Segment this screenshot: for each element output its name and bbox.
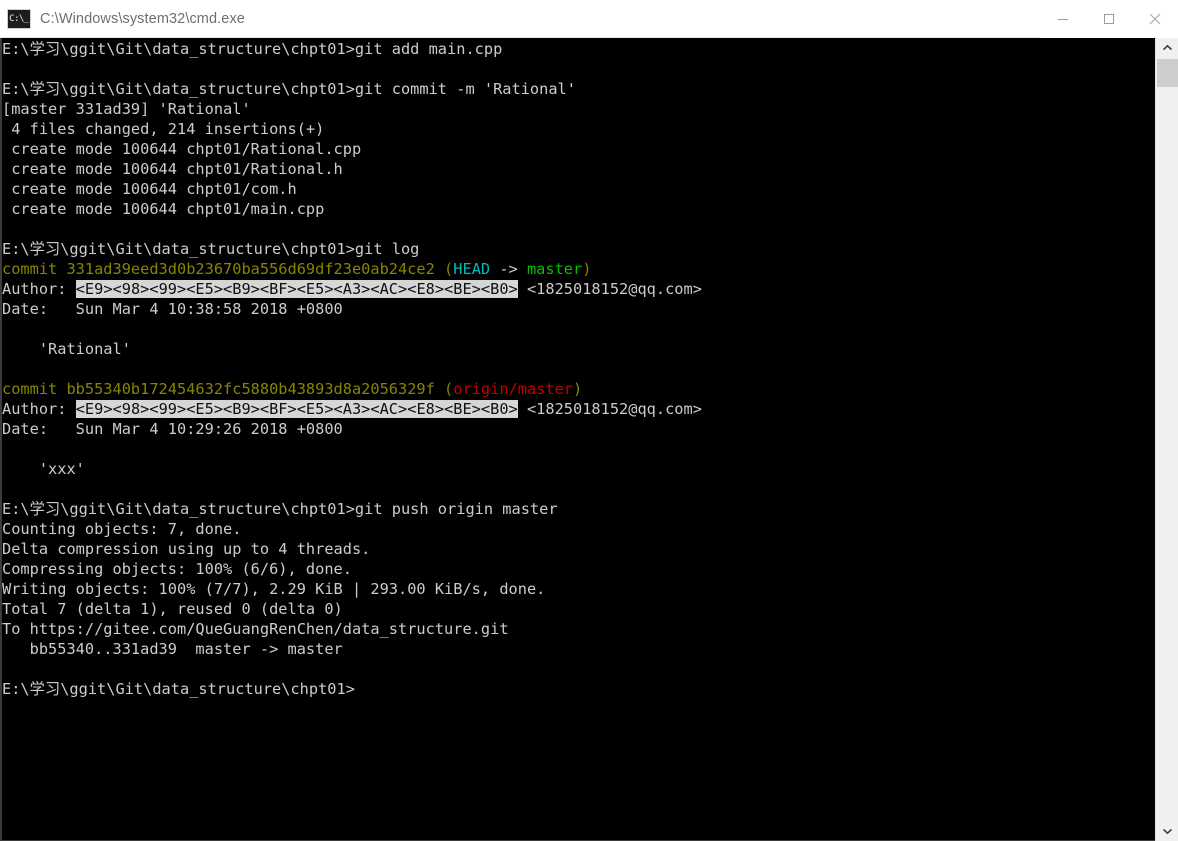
out-create-2: create mode 100644 chpt01/Rational.h [2,159,702,179]
blank-7 [2,659,702,679]
push-delta: Delta compression using up to 4 threads. [2,539,702,559]
terminal-text-segment: E:\学习\ggit\Git\data_structure\chpt01>git… [2,500,558,518]
terminal-text-segment: Author: [2,400,76,418]
terminal-text-segment: origin/master [453,380,574,398]
cmd-git-push: E:\学习\ggit\Git\data_structure\chpt01>git… [2,499,702,519]
blank-5 [2,439,702,459]
terminal-text-segment: [master 331ad39] 'Rational' [2,100,251,118]
blank-2 [2,219,702,239]
push-writing: Writing objects: 100% (7/7), 2.29 KiB | … [2,579,702,599]
log2-message: 'xxx' [2,459,702,479]
log2-commit: commit bb55340b172454632fc5880b43893d8a2… [2,379,702,399]
out-create-3: create mode 100644 chpt01/com.h [2,179,702,199]
terminal-text-segment: <1825018152@qq.com> [517,280,702,298]
terminal-text-segment: create mode 100644 chpt01/com.h [2,180,297,198]
cmd-prompt-final: E:\学习\ggit\Git\data_structure\chpt01> [2,679,702,699]
out-commit-head: [master 331ad39] 'Rational' [2,99,702,119]
blank-3 [2,319,702,339]
terminal-text-segment: To https://gitee.com/QueGuangRenChen/dat… [2,620,509,638]
terminal-text-segment: Author: [2,280,76,298]
maximize-button[interactable] [1086,0,1132,38]
terminal-text-segment: <1825018152@qq.com> [517,400,702,418]
window-controls [1040,0,1178,38]
blank-6 [2,479,702,499]
close-icon [1149,13,1161,24]
terminal-text-segment: ) [573,380,583,398]
terminal-text-segment: E:\学习\ggit\Git\data_structure\chpt01> [2,680,355,698]
terminal-text-segment: Compressing objects: 100% (6/6), done. [2,560,352,578]
out-create-1: create mode 100644 chpt01/Rational.cpp [2,139,702,159]
terminal-text-segment: Writing objects: 100% (7/7), 2.29 KiB | … [2,580,546,598]
log1-date: Date: Sun Mar 4 10:38:58 2018 +0800 [2,299,702,319]
terminal-text-segment: E:\学习\ggit\Git\data_structure\chpt01>git… [2,80,576,98]
terminal-text-segment: Date: Sun Mar 4 10:38:58 2018 +0800 [2,300,343,318]
terminal-text-segment: ) [582,260,592,278]
cmd-icon: C:\_ [7,8,31,29]
console-output-area[interactable]: E:\学习\ggit\Git\data_structure\chpt01>git… [0,38,1155,841]
out-create-4: create mode 100644 chpt01/main.cpp [2,199,702,219]
terminal-text-segment: E:\学习\ggit\Git\data_structure\chpt01>git… [2,40,503,58]
log2-date: Date: Sun Mar 4 10:29:26 2018 +0800 [2,419,702,439]
cmd-git-add: E:\学习\ggit\Git\data_structure\chpt01>git… [2,39,702,59]
terminal-text-segment: E:\学习\ggit\Git\data_structure\chpt01>git… [2,240,420,258]
terminal-text-segment: Delta compression using up to 4 threads. [2,540,371,558]
terminal-text-segment: <E9><98><99><E5><B9><BF><E5><A3><AC><E8>… [75,280,518,298]
chevron-down-icon [1162,828,1172,835]
push-counting: Counting objects: 7, done. [2,519,702,539]
window-title: C:\Windows\system32\cmd.exe [40,10,245,27]
maximize-icon [1104,13,1114,24]
log1-message: 'Rational' [2,339,702,359]
chevron-up-icon [1162,44,1172,51]
terminal-text-segment: create mode 100644 chpt01/Rational.h [2,160,343,178]
terminal-text-segment: 4 files changed, 214 insertions(+) [2,120,325,138]
log1-author: Author: <E9><98><99><E5><B9><BF><E5><A3>… [2,279,702,299]
vertical-scrollbar[interactable] [1155,38,1178,841]
terminal-text-segment: Date: Sun Mar 4 10:29:26 2018 +0800 [2,420,343,438]
terminal-text-segment: HEAD [453,260,491,278]
close-button[interactable] [1132,0,1178,38]
terminal-text-segment: commit 331ad39eed3d0b23670ba556d69df23e0… [2,260,454,278]
out-files-changed: 4 files changed, 214 insertions(+) [2,119,702,139]
scroll-down-arrow[interactable] [1156,821,1178,841]
scrollbar-thumb[interactable] [1157,59,1178,87]
minimize-icon [1058,18,1068,20]
push-remote-url: To https://gitee.com/QueGuangRenChen/dat… [2,619,702,639]
scroll-up-arrow[interactable] [1156,38,1178,58]
log2-author: Author: <E9><98><99><E5><B9><BF><E5><A3>… [2,399,702,419]
terminal-text-segment: master [526,260,583,278]
terminal-text-segment: 'Rational' [2,340,131,358]
title-bar[interactable]: C:\_ C:\Windows\system32\cmd.exe [0,0,1178,38]
terminal-text-segment: Total 7 (delta 1), reused 0 (delta 0) [2,600,343,618]
terminal-text-segment: -> [490,260,527,278]
minimize-button[interactable] [1040,0,1086,38]
terminal-text-segment: create mode 100644 chpt01/main.cpp [2,200,325,218]
terminal-text-segment: 'xxx' [2,460,85,478]
blank-1 [2,59,702,79]
blank-4 [2,359,702,379]
terminal-text-segment: bb55340..331ad39 master -> master [2,640,343,658]
terminal-screen: E:\学习\ggit\Git\data_structure\chpt01>git… [2,39,702,699]
push-refupdate: bb55340..331ad39 master -> master [2,639,702,659]
cmd-git-commit: E:\学习\ggit\Git\data_structure\chpt01>git… [2,79,702,99]
terminal-text-segment: create mode 100644 chpt01/Rational.cpp [2,140,362,158]
cmd-git-log: E:\学习\ggit\Git\data_structure\chpt01>git… [2,239,702,259]
log1-commit: commit 331ad39eed3d0b23670ba556d69df23e0… [2,259,702,279]
push-total: Total 7 (delta 1), reused 0 (delta 0) [2,599,702,619]
terminal-text-segment: Counting objects: 7, done. [2,520,242,538]
terminal-text-segment: commit bb55340b172454632fc5880b43893d8a2… [2,380,454,398]
terminal-text-segment: <E9><98><99><E5><B9><BF><E5><A3><AC><E8>… [75,400,518,418]
cmd-icon-glyph: C:\_ [9,14,29,24]
push-compressing: Compressing objects: 100% (6/6), done. [2,559,702,579]
cmd-window: C:\_ C:\Windows\system32\cmd.exe E:\学习\g… [0,0,1178,841]
